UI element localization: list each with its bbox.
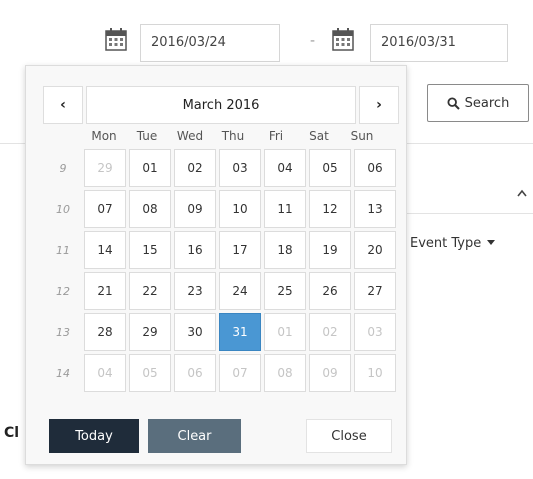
day-cell[interactable]: 02 <box>174 149 216 187</box>
close-button[interactable]: Close <box>306 419 392 453</box>
day-cell[interactable]: 08 <box>264 354 306 392</box>
weekday-label: Wed <box>176 129 204 143</box>
event-type-dropdown[interactable]: Event Type <box>410 232 533 254</box>
day-cell[interactable]: 09 <box>309 354 351 392</box>
week-row: 13 28 29 30 31 01 02 03 <box>50 313 406 351</box>
day-cell[interactable]: 21 <box>84 272 126 310</box>
weekday-label: Tue <box>136 129 158 143</box>
day-cell[interactable]: 01 <box>264 313 306 351</box>
next-month-button[interactable]: › <box>359 86 399 124</box>
day-cell[interactable]: 19 <box>309 231 351 269</box>
day-cell[interactable]: 09 <box>174 190 216 228</box>
weekday-label: Mon <box>91 129 117 143</box>
weekday-label: Sun <box>350 129 374 143</box>
day-cell[interactable]: 03 <box>219 149 261 187</box>
weekday-label: Sat <box>309 129 329 143</box>
day-cell[interactable]: 20 <box>354 231 396 269</box>
day-cell[interactable]: 04 <box>84 354 126 392</box>
day-cell[interactable]: 03 <box>354 313 396 351</box>
search-icon <box>447 96 460 110</box>
background-partial-label: Cl <box>4 425 20 441</box>
day-cell[interactable]: 17 <box>219 231 261 269</box>
end-date-calendar-icon[interactable] <box>332 27 354 55</box>
day-cell[interactable]: 10 <box>219 190 261 228</box>
today-button[interactable]: Today <box>49 419 139 453</box>
date-range-separator: - <box>310 33 316 49</box>
day-cell[interactable]: 27 <box>354 272 396 310</box>
day-cell[interactable]: 22 <box>129 272 171 310</box>
caret-down-icon <box>487 240 496 245</box>
day-cell[interactable]: 10 <box>354 354 396 392</box>
day-cell[interactable]: 14 <box>84 231 126 269</box>
day-cell[interactable]: 05 <box>129 354 171 392</box>
day-cell[interactable]: 23 <box>174 272 216 310</box>
search-button-label: Search <box>464 95 510 111</box>
weekday-label: Fri <box>268 129 284 143</box>
week-row: 9 29 01 02 03 04 05 06 <box>50 149 406 187</box>
week-number: 9 <box>59 161 67 175</box>
prev-month-button[interactable]: ‹ <box>43 86 83 124</box>
clear-button[interactable]: Clear <box>148 419 241 453</box>
week-number: 13 <box>56 325 70 339</box>
week-row: 12 21 22 23 24 25 26 27 <box>50 272 406 310</box>
day-cell[interactable]: 16 <box>174 231 216 269</box>
day-cell[interactable]: 05 <box>309 149 351 187</box>
day-cell[interactable]: 30 <box>174 313 216 351</box>
day-cell[interactable]: 13 <box>354 190 396 228</box>
week-number: 14 <box>56 366 70 380</box>
day-cell[interactable]: 08 <box>129 190 171 228</box>
week-number: 12 <box>56 284 70 298</box>
weekday-label: Thu <box>221 129 245 143</box>
event-type-label: Event Type <box>410 235 482 251</box>
day-cell[interactable]: 25 <box>264 272 306 310</box>
weekday-header: Mon Tue Wed Thu Fri Sat Sun <box>84 129 404 147</box>
week-number: 11 <box>56 243 70 257</box>
day-cell[interactable]: 18 <box>264 231 306 269</box>
day-cell[interactable]: 11 <box>264 190 306 228</box>
day-cell-selected[interactable]: 31 <box>219 313 261 351</box>
day-cell[interactable]: 06 <box>174 354 216 392</box>
calendar-grid: 9 29 01 02 03 04 05 06 10 07 08 09 10 11 12 13 11 14 15 16 1… <box>50 149 406 395</box>
week-row: 10 07 08 09 10 11 12 13 <box>50 190 406 228</box>
day-cell[interactable]: 28 <box>84 313 126 351</box>
day-cell[interactable]: 29 <box>129 313 171 351</box>
day-cell[interactable]: 26 <box>309 272 351 310</box>
start-date-calendar-icon[interactable] <box>105 27 127 55</box>
day-cell[interactable]: 12 <box>309 190 351 228</box>
datepicker-popup: ‹ March 2016 › Mon Tue Wed Thu Fri Sat Sun 9 29… <box>25 65 407 465</box>
day-cell[interactable]: 15 <box>129 231 171 269</box>
day-cell[interactable]: 01 <box>129 149 171 187</box>
chevron-up-icon[interactable] <box>517 182 527 201</box>
end-date-input[interactable]: 2016/03/31 <box>370 24 508 62</box>
month-title[interactable]: March 2016 <box>86 86 356 124</box>
week-row: 11 14 15 16 17 18 19 20 <box>50 231 406 269</box>
day-cell[interactable]: 06 <box>354 149 396 187</box>
day-cell[interactable]: 24 <box>219 272 261 310</box>
day-cell[interactable]: 02 <box>309 313 351 351</box>
day-cell[interactable]: 07 <box>84 190 126 228</box>
day-cell[interactable]: 07 <box>219 354 261 392</box>
background-divider <box>407 213 533 214</box>
day-cell[interactable]: 04 <box>264 149 306 187</box>
search-button[interactable]: Search <box>427 84 529 122</box>
day-cell[interactable]: 29 <box>84 149 126 187</box>
week-row: 14 04 05 06 07 08 09 10 <box>50 354 406 392</box>
week-number: 10 <box>56 202 70 216</box>
start-date-input[interactable]: 2016/03/24 <box>140 24 280 62</box>
